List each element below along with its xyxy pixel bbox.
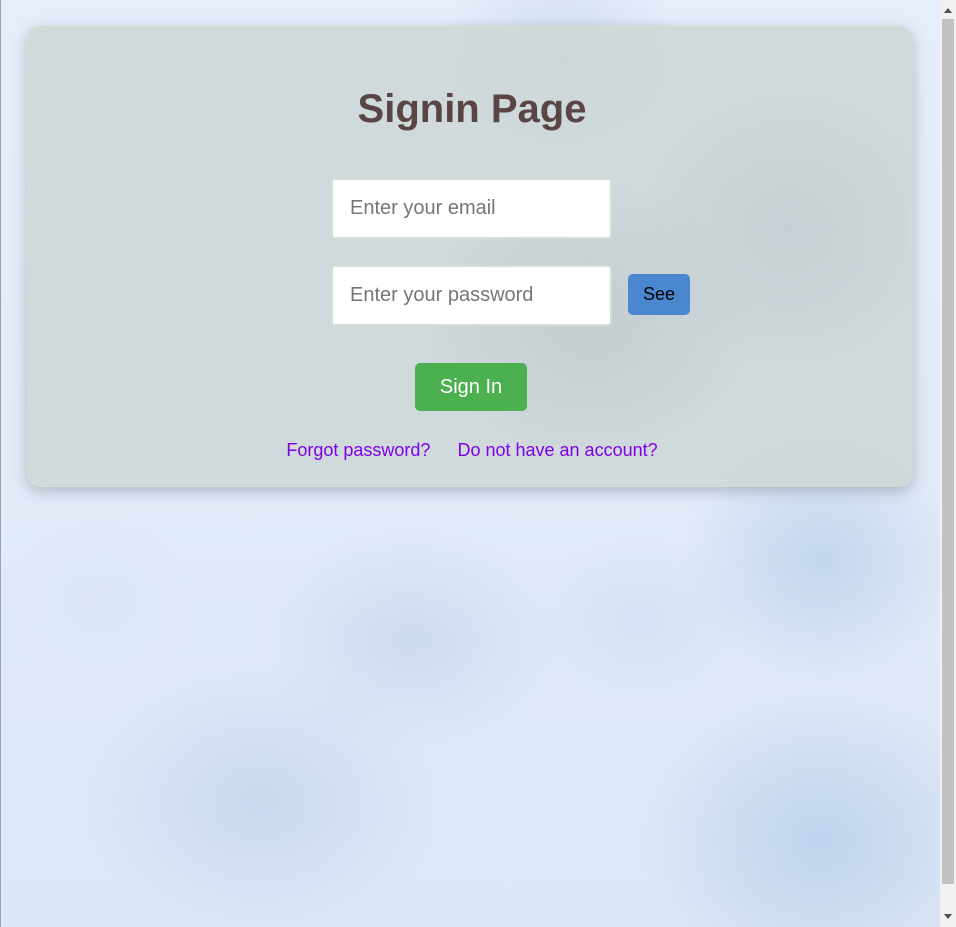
vertical-scrollbar[interactable]: [940, 0, 956, 927]
page-title: Signin Page: [357, 87, 587, 131]
scroll-up-button[interactable]: [940, 2, 956, 19]
forgot-password-link[interactable]: Forgot password?: [286, 440, 430, 460]
scroll-down-button[interactable]: [940, 908, 956, 925]
signup-link[interactable]: Do not have an account?: [457, 440, 657, 460]
triangle-down-icon: [944, 914, 952, 919]
password-input[interactable]: [331, 265, 612, 326]
triangle-up-icon: [944, 8, 952, 13]
signin-card: Signin Page See Sign In Forgot password?…: [27, 26, 913, 487]
email-input[interactable]: [331, 178, 612, 239]
sign-in-button[interactable]: Sign In: [415, 363, 527, 411]
scrollbar-thumb[interactable]: [942, 19, 954, 884]
see-password-button[interactable]: See: [628, 274, 690, 315]
auth-links: Forgot password? Do not have an account?: [29, 439, 915, 461]
